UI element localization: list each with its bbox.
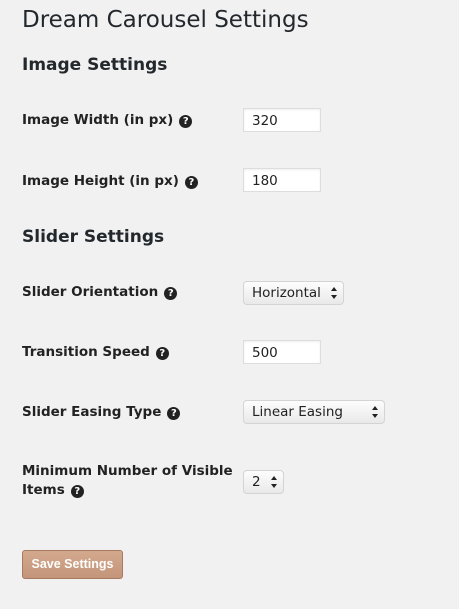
image-width-input[interactable]: 320 — [243, 108, 321, 132]
image-height-label-text: Image Height (in px) — [22, 173, 179, 189]
select-arrows-icon — [271, 476, 278, 488]
visible-items-value: 2 — [252, 474, 261, 490]
page-title: Dream Carousel Settings — [22, 7, 309, 33]
transition-speed-label: Transition Speed? — [22, 343, 169, 362]
image-settings-heading: Image Settings — [22, 55, 168, 75]
slider-orientation-select[interactable]: Horizontal — [243, 281, 344, 305]
slider-easing-type-value: Linear Easing — [252, 404, 343, 420]
image-width-label: Image Width (in px)? — [22, 111, 193, 130]
transition-speed-label-text: Transition Speed — [22, 344, 150, 360]
slider-orientation-label: Slider Orientation? — [22, 283, 178, 302]
visible-items-label: Minimum Number of Visible — [22, 462, 233, 481]
slider-orientation-label-text: Slider Orientation — [22, 284, 159, 300]
transition-speed-input[interactable]: 500 — [243, 340, 321, 364]
visible-items-select[interactable]: 2 — [243, 470, 284, 494]
question-circle-icon[interactable]: ? — [184, 176, 198, 189]
slider-easing-type-label-text: Slider Easing Type — [22, 404, 162, 420]
question-circle-icon[interactable]: ? — [167, 407, 181, 420]
select-arrows-icon — [331, 287, 338, 299]
slider-settings-heading: Slider Settings — [22, 227, 165, 247]
image-height-label: Image Height (in px)? — [22, 172, 198, 191]
visible-items-label-line2: Items — [22, 482, 65, 498]
save-settings-button[interactable]: Save Settings — [22, 550, 123, 579]
image-width-label-text: Image Width (in px) — [22, 112, 174, 128]
question-circle-icon[interactable]: ? — [164, 287, 178, 300]
visible-items-label-line1: Minimum Number of Visible — [22, 463, 233, 479]
slider-easing-type-select[interactable]: Linear Easing — [243, 400, 385, 424]
slider-orientation-value: Horizontal — [252, 285, 321, 301]
question-circle-icon[interactable]: ? — [179, 115, 193, 128]
visible-items-label-second-line: Items? — [22, 481, 84, 500]
question-circle-icon[interactable]: ? — [155, 347, 169, 360]
question-circle-icon[interactable]: ? — [70, 485, 84, 498]
slider-easing-type-label: Slider Easing Type? — [22, 403, 181, 422]
image-height-input[interactable]: 180 — [243, 168, 321, 192]
select-arrows-icon — [372, 406, 379, 418]
